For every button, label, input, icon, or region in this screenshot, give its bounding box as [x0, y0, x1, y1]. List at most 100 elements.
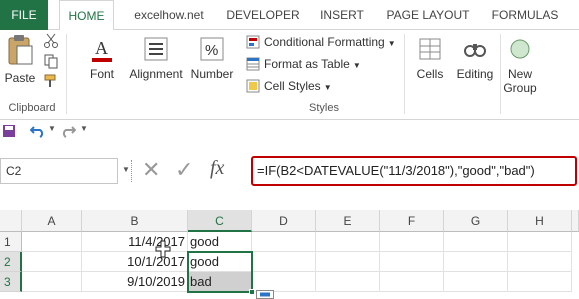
row-header-3[interactable]: 3	[0, 272, 22, 292]
column-header-g[interactable]: G	[444, 210, 508, 232]
group-separator	[66, 34, 67, 114]
column-header-a[interactable]: A	[22, 210, 82, 232]
enter-icon[interactable]: ✓	[175, 157, 193, 183]
ribbon-tabs: FILE HOME excelhow.net DEVELOPER INSERT …	[0, 0, 579, 31]
alignment-label: Alignment	[129, 67, 183, 81]
cell-g3[interactable]	[444, 272, 508, 292]
column-header-b[interactable]: B	[82, 210, 188, 232]
percent-icon: %	[200, 37, 224, 61]
customize-toolbar-icon[interactable]: ▼	[80, 124, 88, 133]
cell-g2[interactable]	[444, 252, 508, 272]
cell-e1[interactable]	[316, 232, 380, 252]
font-button[interactable]: A Font	[82, 36, 122, 81]
paste-button[interactable]: Paste	[4, 34, 36, 85]
cell-b1[interactable]: 11/4/2017	[82, 232, 188, 252]
cell-styles-label: Cell Styles	[264, 79, 321, 93]
name-box[interactable]: C2	[0, 158, 118, 184]
font-icon: A	[92, 38, 112, 62]
number-label: Number	[190, 67, 234, 81]
save-icon[interactable]	[2, 124, 16, 138]
cell-g1[interactable]	[444, 232, 508, 252]
column-header-e[interactable]: E	[316, 210, 380, 232]
new-group-label-line2: Group	[503, 81, 537, 95]
cell-a3[interactable]	[22, 272, 82, 292]
column-header-partial[interactable]	[572, 210, 579, 232]
cell-a2[interactable]	[22, 252, 82, 272]
group-separator	[404, 34, 405, 114]
editing-label: Editing	[456, 67, 494, 81]
paste-label: Paste	[4, 71, 36, 85]
tab-home[interactable]: HOME	[59, 0, 114, 31]
worksheet-grid: A B C D E F G H 1 11/4/2017 good 2 10/1/…	[0, 210, 579, 299]
cell-e2[interactable]	[316, 252, 380, 272]
cell-a1[interactable]	[22, 232, 82, 252]
formula-bar-splitter[interactable]	[131, 160, 135, 182]
editing-button[interactable]: Editing	[452, 36, 498, 81]
quick-access-toolbar: ▼ ▼	[0, 120, 579, 144]
cut-icon[interactable]	[43, 33, 59, 49]
formula-input[interactable]: =IF(B2<DATEVALUE("11/3/2018"),"good","ba…	[251, 156, 577, 186]
undo-icon[interactable]	[30, 124, 46, 138]
alignment-icon	[144, 37, 168, 61]
row-header-1[interactable]: 1	[0, 232, 22, 252]
alignment-button[interactable]: Alignment	[126, 36, 186, 81]
insert-function-button[interactable]: fx	[210, 157, 224, 180]
cell-d2[interactable]	[252, 252, 316, 272]
cell-e3[interactable]	[316, 272, 380, 292]
cell-c2[interactable]: good	[188, 252, 252, 272]
quick-analysis-icon[interactable]	[256, 290, 274, 299]
redo-icon[interactable]	[60, 124, 76, 138]
cell-c1[interactable]: good	[188, 232, 252, 252]
cell-cursor-icon	[155, 240, 171, 258]
name-box-dropdown-icon[interactable]: ▼	[122, 165, 130, 174]
tab-insert[interactable]: INSERT	[314, 0, 370, 30]
tab-formulas[interactable]: FORMULAS	[486, 0, 564, 30]
column-header-c[interactable]: C	[188, 210, 252, 232]
styles-group-label: Styles	[309, 102, 339, 114]
paste-icon	[8, 35, 33, 65]
svg-text:A: A	[95, 38, 108, 58]
cell-styles-button[interactable]: Cell Styles ▼	[246, 76, 332, 96]
conditional-formatting-button[interactable]: Conditional Formatting ▼	[246, 32, 396, 52]
formula-bar: C2 ▼ ✕ ✓ fx =IF(B2<DATEVALUE("11/3/2018"…	[0, 154, 579, 188]
tab-excelhow[interactable]: excelhow.net	[128, 0, 210, 30]
new-group-label-line1: New	[507, 67, 532, 81]
cell-h2[interactable]	[508, 252, 572, 272]
column-header-f[interactable]: F	[380, 210, 444, 232]
conditional-formatting-label: Conditional Formatting	[264, 35, 385, 49]
cell-d1[interactable]	[252, 232, 316, 252]
row-header-2[interactable]: 2	[0, 252, 22, 272]
cell-h1[interactable]	[508, 232, 572, 252]
conditional-formatting-icon	[246, 35, 260, 49]
format-painter-icon[interactable]	[43, 73, 59, 89]
copy-icon[interactable]	[43, 53, 59, 69]
cell-d3[interactable]	[252, 272, 316, 292]
number-button[interactable]: % Number	[188, 36, 236, 81]
new-group-icon	[510, 39, 530, 59]
cells-button[interactable]: Cells	[410, 36, 450, 81]
fill-handle[interactable]	[249, 289, 255, 295]
column-header-h[interactable]: H	[508, 210, 572, 232]
tab-file[interactable]: FILE	[0, 0, 48, 30]
cell-f1[interactable]	[380, 232, 444, 252]
cell-f2[interactable]	[380, 252, 444, 272]
select-all-corner[interactable]	[0, 210, 22, 232]
percent-glyph: %	[205, 42, 218, 59]
cancel-icon[interactable]: ✕	[142, 157, 160, 183]
undo-dropdown-icon[interactable]: ▼	[48, 124, 56, 133]
tab-developer[interactable]: DEVELOPER	[222, 0, 304, 30]
format-as-table-button[interactable]: Format as Table ▼	[246, 54, 361, 74]
clipboard-group-label: Clipboard	[8, 102, 56, 114]
font-label: Font	[89, 67, 114, 81]
new-group-button[interactable]: New Group	[500, 36, 540, 95]
dropdown-arrow-icon: ▼	[387, 39, 396, 48]
cell-c3[interactable]: bad	[188, 272, 252, 292]
cell-b2[interactable]: 10/1/2017	[82, 252, 188, 272]
cells-label: Cells	[416, 67, 444, 81]
column-header-d[interactable]: D	[252, 210, 316, 232]
cell-h3[interactable]	[508, 272, 572, 292]
cell-styles-icon	[246, 79, 260, 93]
tab-page-layout[interactable]: PAGE LAYOUT	[380, 0, 476, 30]
cell-b3[interactable]: 9/10/2019	[82, 272, 188, 292]
cell-f3[interactable]	[380, 272, 444, 292]
